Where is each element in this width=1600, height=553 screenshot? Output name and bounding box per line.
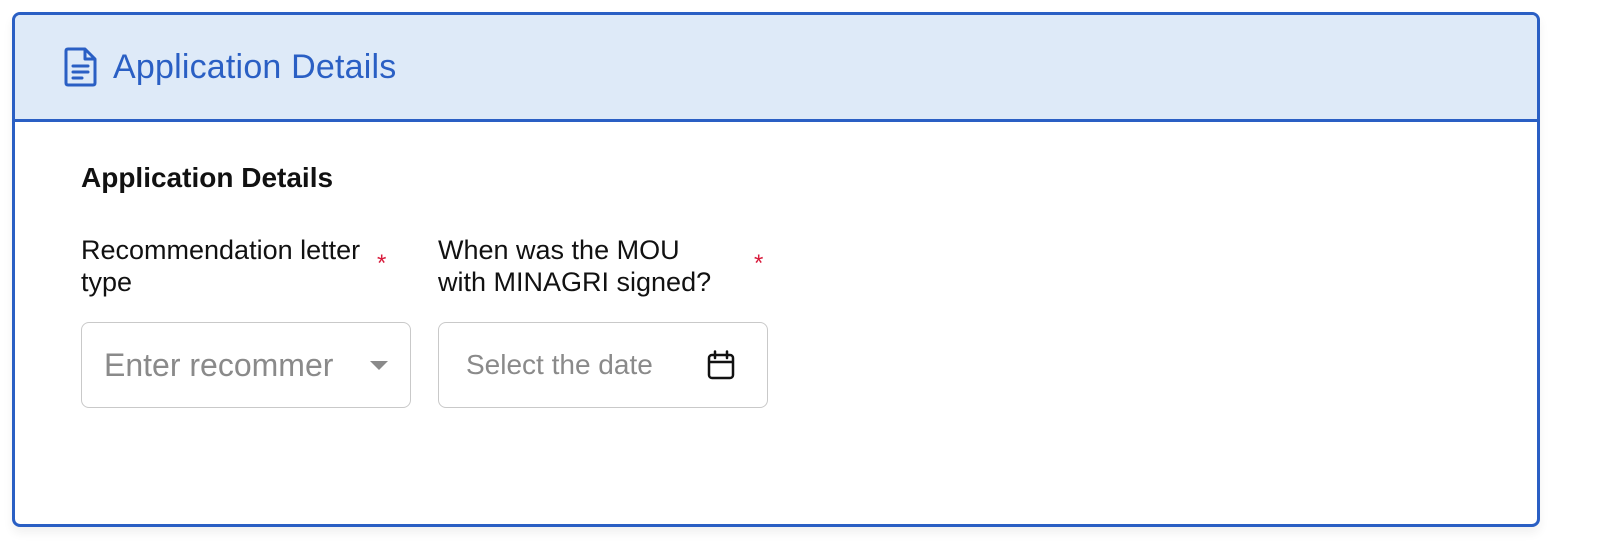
card-header-title: Application Details: [113, 47, 397, 86]
field-label-row: When was the MOU with MINAGRI signed? *: [438, 234, 768, 304]
application-details-card: Application Details Application Details …: [12, 12, 1540, 527]
mou-signed-date-picker[interactable]: Select the date: [438, 322, 768, 408]
card-header: Application Details: [15, 15, 1537, 122]
section-title: Application Details: [81, 162, 334, 193]
required-asterisk: *: [754, 250, 764, 277]
dropdown-placeholder: Enter recommer: [104, 346, 334, 383]
date-placeholder: Select the date: [466, 349, 653, 380]
recommendation-letter-type-label: Recommendation letter type: [81, 235, 361, 297]
required-asterisk: *: [377, 250, 387, 277]
recommendation-letter-type-field: Recommendation letter type * Enter recom…: [81, 234, 411, 408]
recommendation-letter-type-dropdown[interactable]: Enter recommer: [81, 322, 411, 408]
field-label-row: Recommendation letter type *: [81, 234, 411, 304]
mou-signed-date-label: When was the MOU with MINAGRI signed?: [438, 235, 712, 297]
chevron-down-icon[interactable]: [370, 360, 388, 370]
document-icon: [63, 47, 99, 87]
calendar-icon[interactable]: [706, 350, 736, 380]
mou-signed-date-field: When was the MOU with MINAGRI signed? * …: [438, 234, 768, 408]
